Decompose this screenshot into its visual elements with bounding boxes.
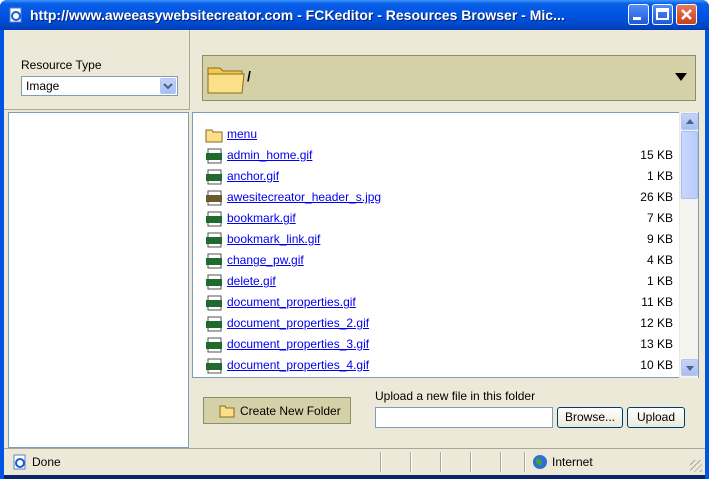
close-icon (681, 9, 692, 20)
gif-file-icon (206, 316, 222, 332)
resource-type-value: Image (26, 79, 60, 93)
file-size: 12 KB (640, 316, 673, 330)
file-row[interactable]: document_properties_3.gif 13 KB (205, 335, 675, 355)
status-separator (410, 452, 412, 472)
file-row[interactable]: document_properties.gif 11 KB (205, 293, 675, 313)
file-name-link[interactable]: anchor.gif (227, 169, 279, 183)
file-list-scrollbar[interactable] (679, 112, 698, 378)
gif-file-icon (206, 295, 222, 311)
gif-file-icon (206, 337, 222, 353)
file-size: 26 KB (640, 190, 673, 204)
scroll-down-button[interactable] (681, 359, 698, 376)
path-dropdown-arrow-icon[interactable] (675, 73, 687, 81)
minimize-button[interactable] (628, 4, 649, 25)
status-separator (380, 452, 382, 472)
create-new-folder-label: Create New Folder (240, 404, 341, 418)
resource-type-dropdown-button[interactable] (160, 78, 176, 94)
status-separator (500, 452, 502, 472)
file-row[interactable]: awesitecreator_header_s.jpg 26 KB (205, 188, 675, 208)
file-row[interactable]: delete.gif 1 KB (205, 272, 675, 292)
file-size: 10 KB (640, 358, 673, 372)
gif-file-icon (206, 232, 222, 248)
open-folder-icon (207, 67, 245, 94)
folder-path-bar[interactable]: / (202, 55, 696, 101)
file-row[interactable]: bookmark.gif 7 KB (205, 209, 675, 229)
file-size: 7 KB (646, 211, 673, 225)
file-size: 13 KB (640, 337, 673, 351)
resource-type-label: Resource Type (21, 58, 102, 72)
file-row[interactable]: document_properties_2.gif 12 KB (205, 314, 675, 334)
file-name-link[interactable]: awesitecreator_header_s.jpg (227, 190, 381, 204)
status-text: Done (32, 455, 61, 469)
minimize-icon (633, 17, 641, 20)
scroll-thumb[interactable] (681, 131, 698, 199)
maximize-button[interactable] (652, 4, 673, 25)
gif-file-icon (206, 211, 222, 227)
folder-icon (219, 405, 235, 418)
gif-file-icon (206, 253, 222, 269)
window-title: http://www.aweeasywebsitecreator.com - F… (30, 7, 565, 23)
file-row[interactable]: anchor.gif 1 KB (205, 167, 675, 187)
ie-page-icon (9, 7, 22, 23)
maximize-icon (656, 8, 669, 20)
file-row[interactable]: admin_home.gif 15 KB (205, 146, 675, 166)
file-name-link[interactable]: bookmark_link.gif (227, 232, 320, 246)
gif-file-icon (206, 358, 222, 374)
file-size: 9 KB (646, 232, 673, 246)
resource-type-select[interactable]: Image (21, 76, 178, 96)
file-name-link[interactable]: menu (227, 127, 257, 141)
upload-file-input[interactable] (375, 407, 553, 428)
gif-file-icon (206, 148, 222, 164)
jpg-file-icon (206, 190, 222, 206)
scroll-up-button[interactable] (681, 113, 698, 130)
browse-button[interactable]: Browse... (557, 407, 623, 428)
gif-file-icon (206, 169, 222, 185)
ie-page-icon (13, 454, 26, 470)
status-bar: Done Internet (4, 448, 705, 475)
internet-globe-icon (533, 455, 547, 469)
upload-label: Upload a new file in this folder (375, 389, 536, 403)
file-row[interactable]: change_pw.gif 4 KB (205, 251, 675, 271)
status-separator (440, 452, 442, 472)
file-name-link[interactable]: document_properties_4.gif (227, 358, 369, 372)
file-name-link[interactable]: delete.gif (227, 274, 276, 288)
create-new-folder-button[interactable]: Create New Folder (203, 397, 351, 424)
file-name-link[interactable]: document_properties.gif (227, 295, 356, 309)
folder-icon (205, 129, 223, 143)
upload-button[interactable]: Upload (627, 407, 685, 428)
file-size: 4 KB (646, 253, 673, 267)
file-name-link[interactable]: document_properties_3.gif (227, 337, 369, 351)
scroll-up-icon (686, 119, 694, 124)
close-button[interactable] (676, 4, 697, 25)
scroll-down-icon (686, 366, 694, 371)
window-frame-right (705, 30, 709, 479)
file-size: 1 KB (646, 169, 673, 183)
folder-tree-panel[interactable] (8, 112, 189, 448)
title-bar[interactable]: http://www.aweeasywebsitecreator.com - F… (0, 0, 709, 30)
security-zone: Internet (552, 455, 593, 469)
file-size: 1 KB (646, 274, 673, 288)
file-size: 15 KB (640, 148, 673, 162)
status-separator (470, 452, 472, 472)
file-name-link[interactable]: change_pw.gif (227, 253, 304, 267)
file-row[interactable]: document_properties_4.gif 10 KB (205, 356, 675, 376)
file-name-link[interactable]: admin_home.gif (227, 148, 312, 162)
status-separator (524, 452, 526, 472)
gif-file-icon (206, 274, 222, 290)
file-name-link[interactable]: bookmark.gif (227, 211, 296, 225)
file-size: 11 KB (641, 295, 673, 309)
file-list[interactable]: menu admin_home.gif 15 KB anchor.gif 1 KB awe… (192, 112, 699, 378)
folder-row[interactable]: menu (205, 125, 675, 145)
file-name-link[interactable]: document_properties_2.gif (227, 316, 369, 330)
browser-window: http://www.aweeasywebsitecreator.com - F… (0, 0, 709, 479)
file-row[interactable]: bookmark_link.gif 9 KB (205, 230, 675, 250)
resize-grip[interactable] (690, 460, 702, 472)
chevron-down-icon (163, 83, 173, 90)
current-path: / (247, 68, 251, 84)
